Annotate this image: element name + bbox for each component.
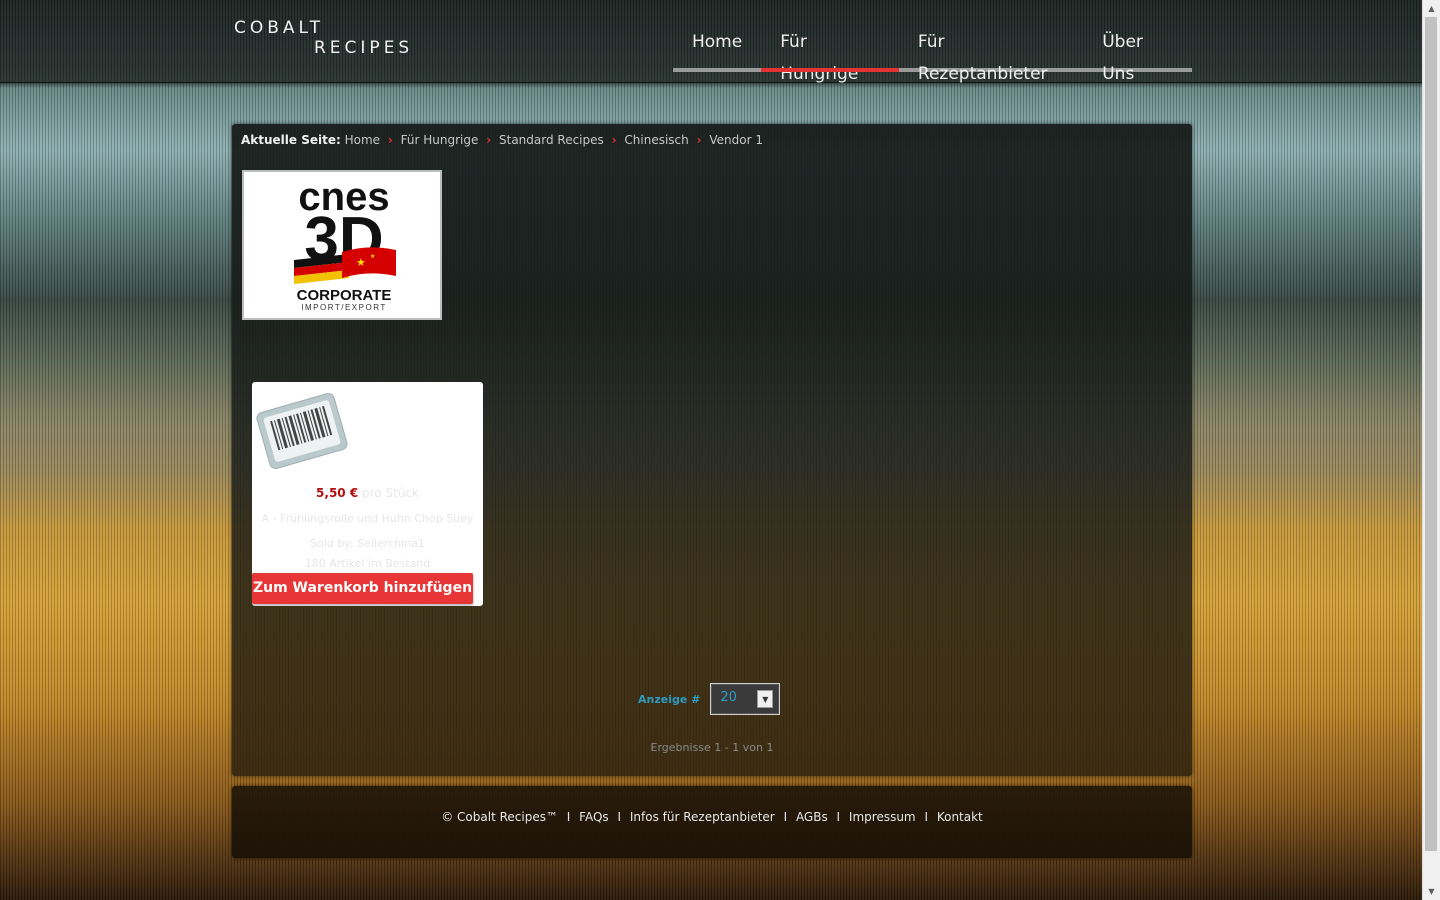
nav-ueber-uns[interactable]: Über Uns	[1083, 26, 1192, 84]
product-unit: pro Stück	[362, 486, 419, 500]
vendor-logo: cnes 3D ★ ★ CORPORATE IMPORT/EXPORT	[242, 170, 442, 320]
logo-line-1: COBALT	[234, 18, 325, 38]
footer-divider: I	[924, 810, 928, 824]
flag-china	[342, 247, 396, 278]
flag-star-icon: ★	[356, 256, 366, 269]
footer-link-faqs[interactable]: FAQs	[579, 810, 609, 824]
footer-divider: I	[783, 810, 788, 824]
breadcrumb: Aktuelle Seite: Home › Für Hungrige › St…	[241, 133, 763, 147]
footer-divider: I	[617, 810, 622, 824]
main-content: Aktuelle Seite: Home › Für Hungrige › St…	[232, 124, 1192, 776]
scrollbar-thumb[interactable]	[1425, 17, 1437, 851]
product-card: 5,50 € pro Stück A - Frühlingsrolle und …	[252, 382, 483, 606]
per-page-value: 20	[720, 690, 737, 705]
footer-link-infos-rezeptanbieter[interactable]: Infos für Rezeptanbieter	[630, 810, 775, 824]
product-seller: Sold by: Sellerchina1	[310, 537, 425, 550]
footer-link-agbs[interactable]: AGBs	[796, 810, 828, 824]
breadcrumb-fuer-hungrige[interactable]: Für Hungrige	[401, 133, 479, 147]
breadcrumb-vendor: Vendor 1	[709, 133, 763, 147]
breadcrumb-lead: Aktuelle Seite:	[241, 133, 341, 147]
breadcrumb-separator-icon: ›	[696, 133, 702, 147]
barcode-graphic	[256, 393, 348, 469]
site-logo[interactable]: COBALT RECIPES	[234, 18, 413, 58]
per-page-label: Anzeige #	[638, 692, 701, 706]
page: COBALT RECIPES Home Für Hungrige Für Rez…	[0, 0, 1423, 900]
scroll-down-icon[interactable]: ▼	[1423, 883, 1440, 900]
breadcrumb-home[interactable]: Home	[345, 133, 380, 147]
vendor-logo-text-3: CORPORATE	[297, 287, 392, 304]
footer-divider: I	[836, 810, 841, 824]
results-count: Ergebnisse 1 - 1 von 1	[650, 741, 774, 754]
product-stock: 180 Artikel im Bestand	[304, 557, 431, 570]
barcode-icon[interactable]	[254, 388, 350, 474]
per-page-control: Anzeige # 20 ▼	[638, 683, 781, 715]
footer-link-impressum[interactable]: Impressum	[849, 810, 916, 824]
footer-links: © Cobalt Recipes™ I FAQs I Infos für Rez…	[232, 810, 1192, 824]
breadcrumb-standard-recipes[interactable]: Standard Recipes	[499, 133, 604, 147]
product-price: 5,50 €	[316, 486, 359, 500]
footer-link-kontakt[interactable]: Kontakt	[937, 810, 983, 824]
site-header: COBALT RECIPES Home Für Hungrige Für Rez…	[0, 0, 1423, 84]
product-price-line: 5,50 € pro Stück	[252, 486, 483, 500]
chevron-down-icon[interactable]: ▼	[757, 690, 774, 708]
footer-divider: I	[566, 810, 571, 824]
logo-line-2: RECIPES	[314, 38, 414, 58]
breadcrumb-separator-icon: ›	[387, 133, 393, 147]
breadcrumb-chinesisch[interactable]: Chinesisch	[624, 133, 688, 147]
breadcrumb-separator-icon: ›	[486, 133, 492, 147]
vertical-scrollbar[interactable]: ▲ ▼	[1422, 0, 1440, 900]
nav-fuer-hungrige[interactable]: Für Hungrige	[761, 26, 899, 84]
main-nav: Home Für Hungrige Für Rezeptanbieter Übe…	[673, 26, 1192, 84]
scroll-up-icon[interactable]: ▲	[1423, 0, 1440, 17]
add-to-cart-button[interactable]: Zum Warenkorb hinzufügen	[252, 573, 473, 604]
vendor-logo-text-4: IMPORT/EXPORT	[301, 303, 386, 312]
breadcrumb-separator-icon: ›	[611, 133, 617, 147]
per-page-select[interactable]: 20 ▼	[710, 683, 781, 715]
nav-fuer-rezeptanbieter[interactable]: Für Rezeptanbieter	[899, 26, 1083, 84]
vendor-logo-graphic: cnes 3D ★ ★ CORPORATE IMPORT/EXPORT	[294, 175, 396, 312]
product-name[interactable]: A - Frühlingsrolle und Huhn Chop Suey	[252, 512, 483, 525]
site-footer: © Cobalt Recipes™ I FAQs I Infos für Rez…	[232, 786, 1192, 858]
flag-star-small-icon: ★	[370, 253, 375, 260]
footer-copyright: © Cobalt Recipes™	[441, 810, 558, 824]
nav-home[interactable]: Home	[673, 26, 761, 68]
